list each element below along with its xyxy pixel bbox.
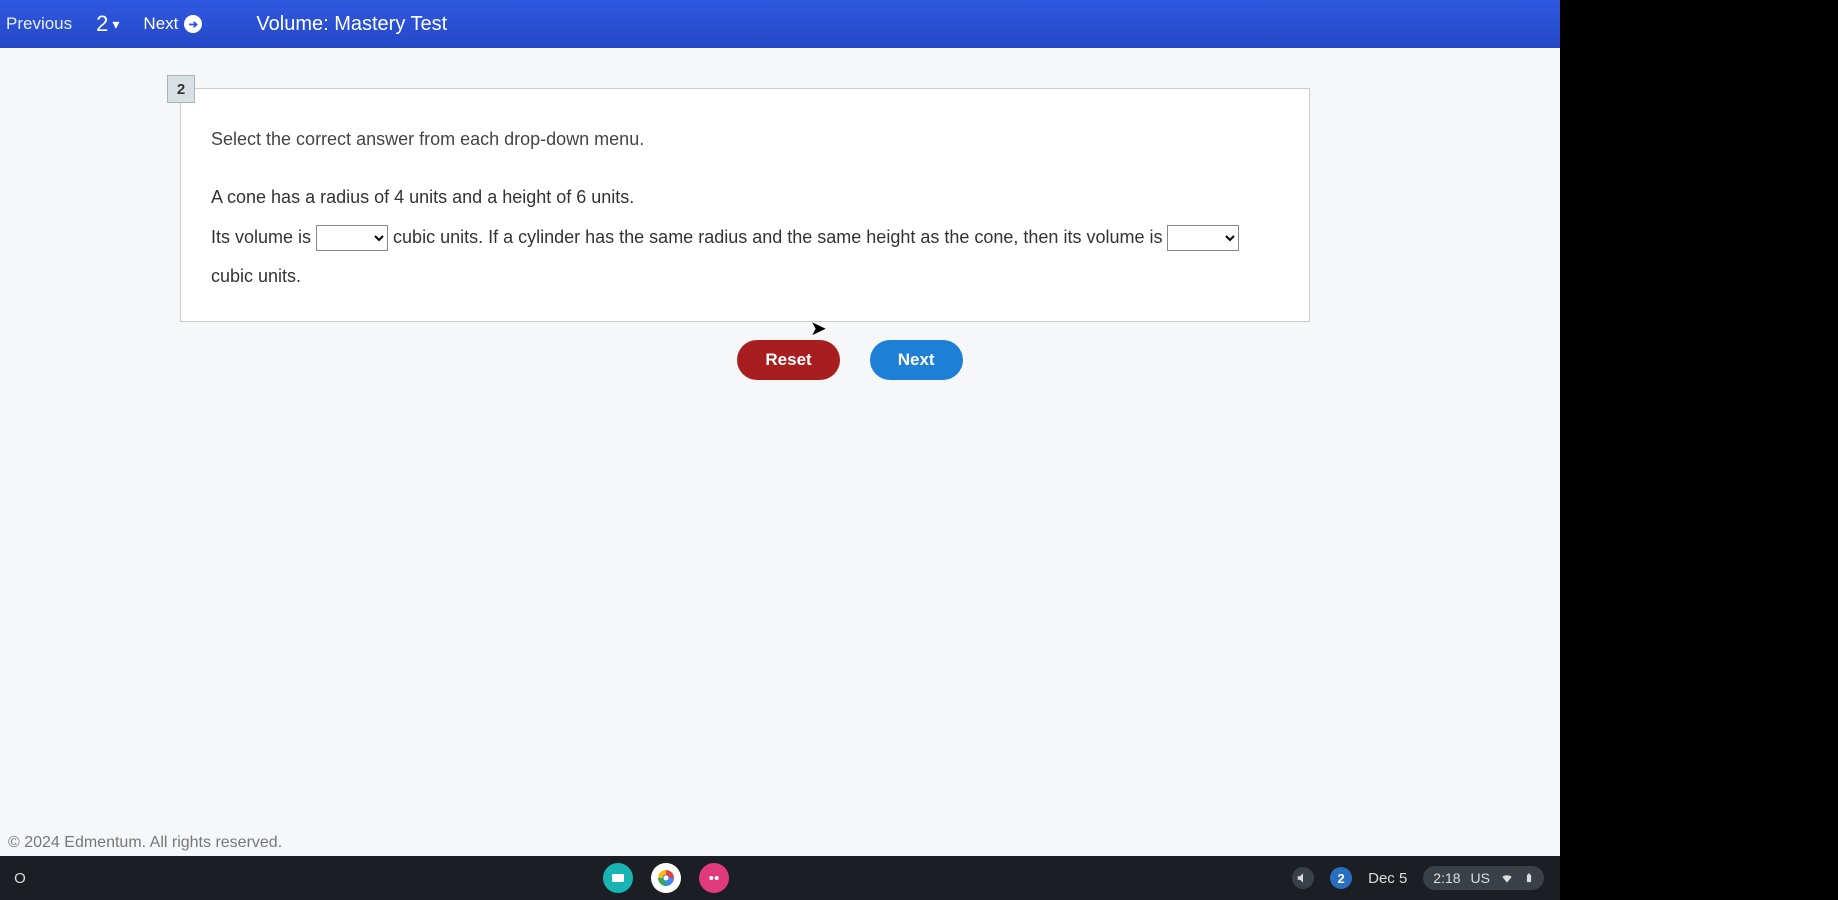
card-icon (610, 870, 626, 886)
game-icon (706, 870, 722, 886)
action-row: Reset Next ➤ (180, 340, 1520, 380)
status-pill[interactable]: 2:18 US (1423, 866, 1544, 890)
question-badge: 2 (167, 75, 195, 103)
text-frag-2b: cubic units. If a cylinder has the same … (393, 227, 1167, 247)
chevron-down-icon: ▾ (112, 16, 119, 33)
question-number-dropdown[interactable]: 2 ▾ (96, 11, 119, 37)
page-title: Volume: Mastery Test (256, 13, 447, 36)
arrow-right-icon: ➔ (184, 15, 202, 33)
battery-icon (1524, 870, 1534, 886)
question-card: 2 Select the correct answer from each dr… (180, 88, 1310, 322)
top-nav-bar: Previous 2 ▾ Next ➔ Volume: Mastery Test (0, 0, 1560, 48)
instruction-text: Select the correct answer from each drop… (211, 129, 1279, 150)
sound-icon[interactable] (1292, 867, 1314, 889)
question-body: A cone has a radius of 4 units and a hei… (211, 178, 1279, 297)
speaker-icon (1296, 871, 1310, 885)
os-shelf: O 2 Dec 5 2:18 US (0, 856, 1560, 900)
chrome-app-icon[interactable] (651, 863, 681, 893)
notification-badge[interactable]: 2 (1330, 867, 1352, 889)
launcher-button[interactable]: O (0, 870, 40, 887)
question-number-value: 2 (96, 11, 108, 37)
copyright-text: © 2024 Edmentum. All rights reserved. (8, 834, 282, 852)
content-area: 2 Select the correct answer from each dr… (0, 48, 1560, 900)
next-nav-button[interactable]: Next ➔ (143, 14, 202, 34)
shelf-locale: US (1471, 870, 1490, 886)
chrome-icon (654, 866, 678, 890)
question-line-2: Its volume is cubic units. If a cylinder… (211, 218, 1279, 258)
shelf-time: 2:18 (1433, 870, 1460, 886)
question-line-3: cubic units. (211, 257, 1279, 297)
shelf-date[interactable]: Dec 5 (1368, 870, 1407, 887)
system-tray: 2 Dec 5 2:18 US (1292, 866, 1560, 890)
volume-cylinder-dropdown[interactable] (1167, 225, 1239, 251)
app-icon-3[interactable] (699, 863, 729, 893)
next-nav-label: Next (143, 14, 178, 34)
volume-cone-dropdown[interactable] (316, 225, 388, 251)
text-frag-2a: Its volume is (211, 227, 316, 247)
next-button[interactable]: Next (870, 340, 963, 380)
previous-button[interactable]: Previous (6, 14, 72, 34)
shelf-center (40, 863, 1292, 893)
app-icon-1[interactable] (603, 863, 633, 893)
question-line-1: A cone has a radius of 4 units and a hei… (211, 178, 1279, 218)
reset-button[interactable]: Reset (737, 340, 839, 380)
wifi-icon (1500, 871, 1514, 885)
